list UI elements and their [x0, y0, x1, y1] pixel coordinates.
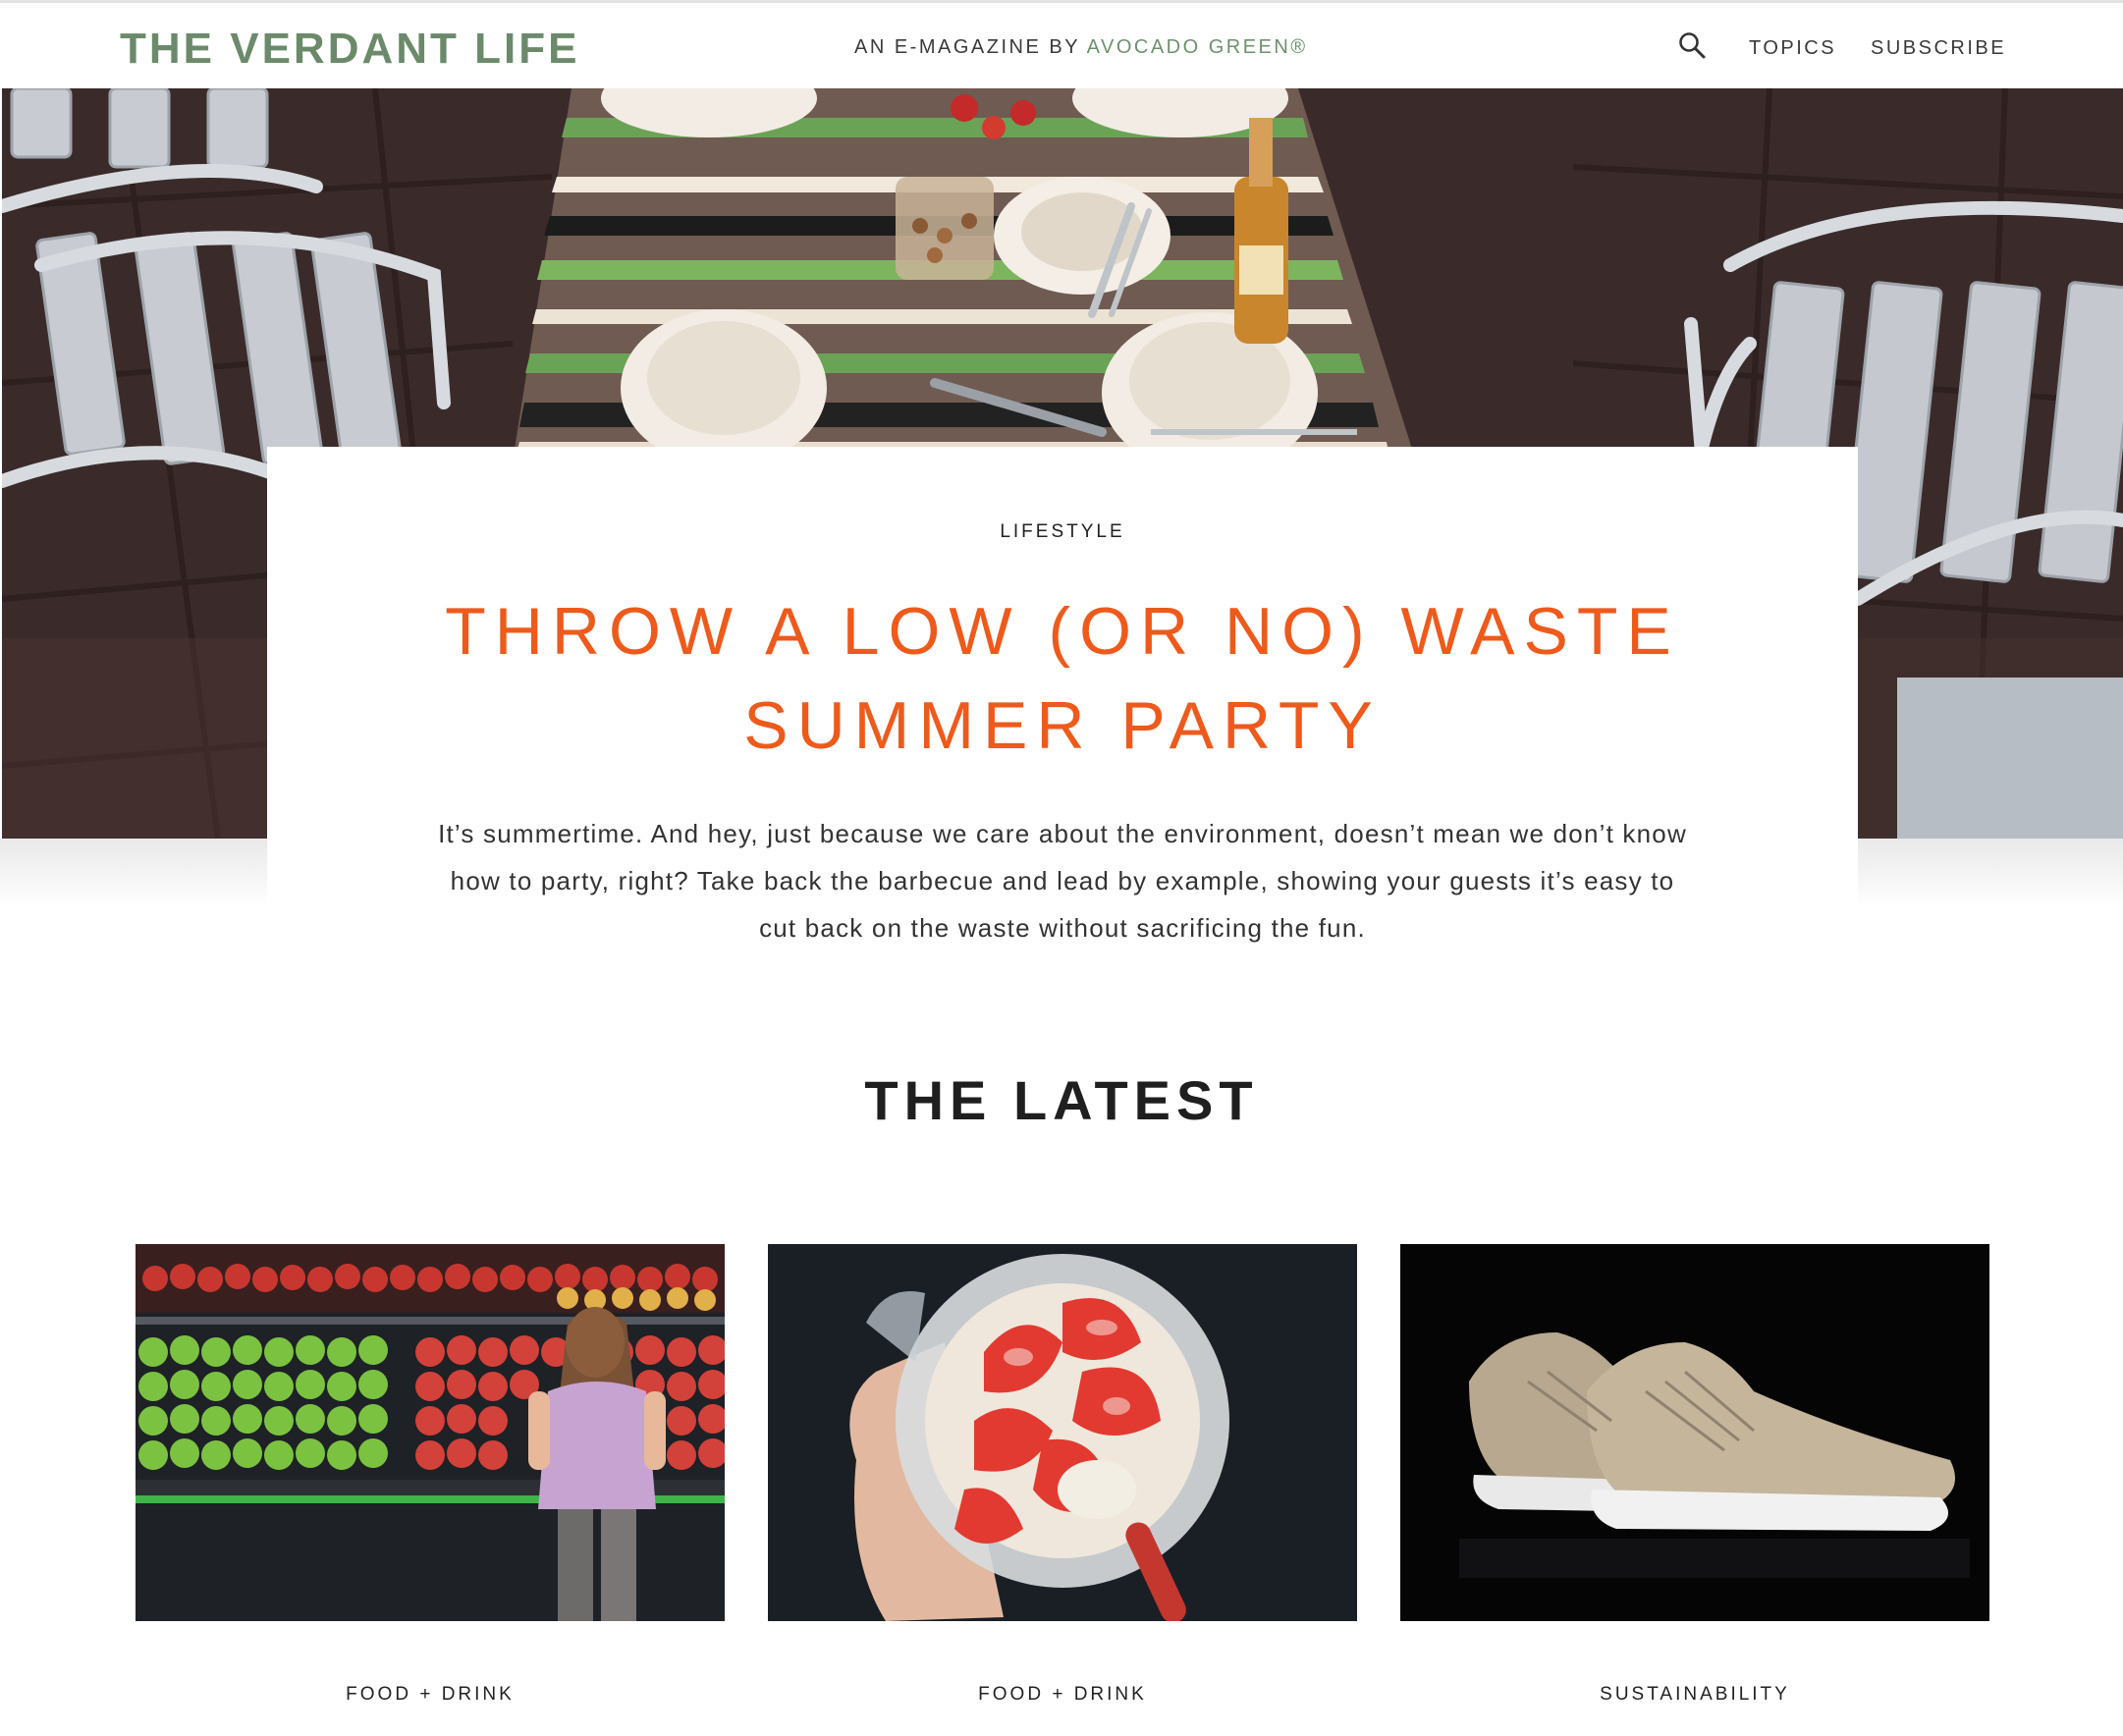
- nav-subscribe[interactable]: SUBSCRIBE: [1871, 37, 2006, 60]
- card-image-strawberries[interactable]: [768, 1244, 1357, 1621]
- card-image-sneakers[interactable]: [1400, 1244, 1989, 1621]
- latest-card[interactable]: FOOD + DRINK: [768, 1244, 1357, 1706]
- page: THE VERDANT LIFE AN E-MAGAZINE BY AVOCAD…: [0, 0, 2123, 1736]
- card-category[interactable]: FOOD + DRINK: [768, 1684, 1357, 1706]
- feature-article-card[interactable]: LIFESTYLE THROW A LOW (OR NO) WASTE SUMM…: [267, 447, 1858, 957]
- brand-link[interactable]: AVOCADO GREEN®: [1087, 36, 1308, 58]
- nav-topics[interactable]: TOPICS: [1749, 37, 1836, 60]
- latest-card[interactable]: SUSTAINABILITY: [1400, 1244, 1989, 1706]
- search-icon[interactable]: [1677, 30, 1709, 62]
- site-tagline: AN E-MAGAZINE BY AVOCADO GREEN®: [854, 36, 1308, 59]
- tagline-prefix: AN E-MAGAZINE BY: [854, 36, 1087, 58]
- card-category[interactable]: SUSTAINABILITY: [1400, 1684, 1989, 1706]
- feature-category[interactable]: LIFESTYLE: [267, 521, 1858, 543]
- feature-title[interactable]: THROW A LOW (OR NO) WASTE SUMMER PARTY: [375, 584, 1750, 773]
- site-logo[interactable]: THE VERDANT LIFE: [120, 25, 579, 74]
- latest-heading: THE LATEST: [864, 1069, 1259, 1131]
- card-category[interactable]: FOOD + DRINK: [136, 1684, 725, 1706]
- card-image-apples[interactable]: [136, 1244, 725, 1621]
- latest-card[interactable]: FOOD + DRINK: [136, 1244, 725, 1706]
- feature-excerpt: It’s summertime. And hey, just because w…: [438, 819, 1687, 943]
- site-header: THE VERDANT LIFE AN E-MAGAZINE BY AVOCAD…: [0, 0, 2123, 88]
